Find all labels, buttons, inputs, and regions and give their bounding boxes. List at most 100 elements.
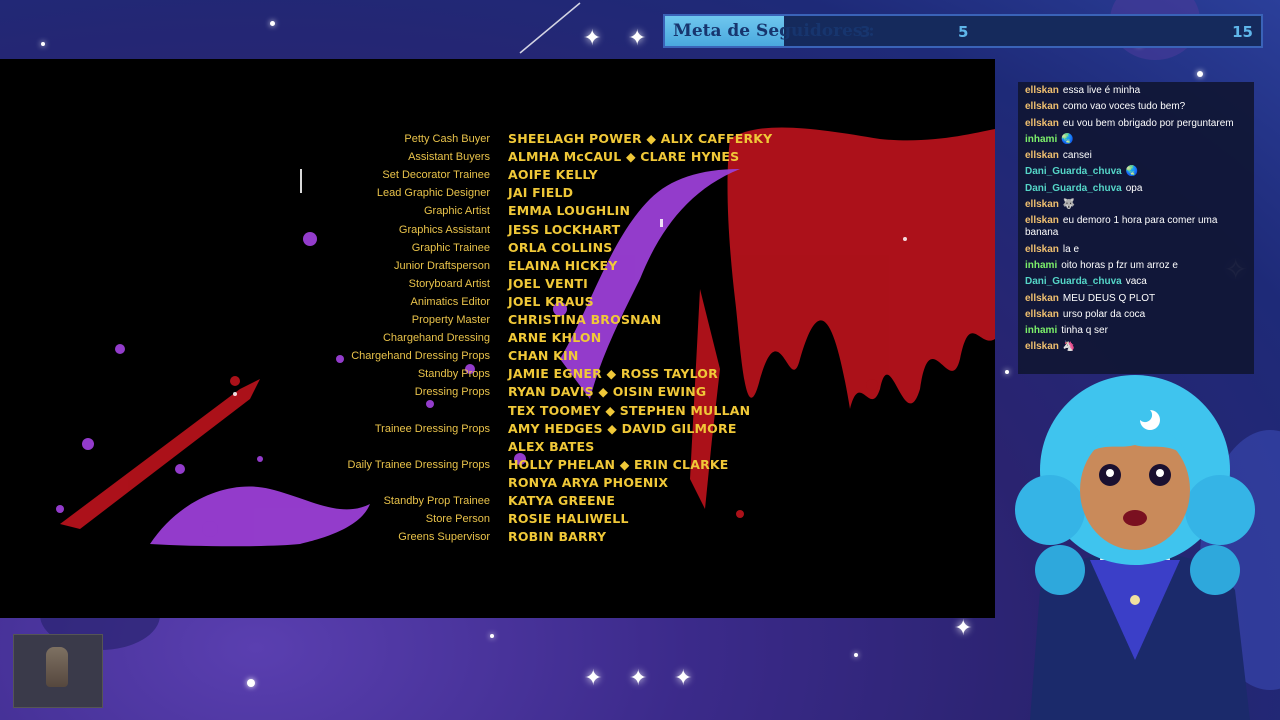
- chat-username[interactable]: inhami: [1025, 260, 1057, 271]
- credit-role: Graphic Trainee: [411, 241, 490, 254]
- credit-row: Graphic Trainee ORLA COLLINS: [0, 240, 995, 258]
- chat-message: ellskan eu demoro 1 hora para comer uma b…: [1025, 215, 1248, 239]
- credit-row: Graphic Artist EMMA LOUGHLIN: [0, 203, 995, 221]
- credit-row: Standby Prop Trainee KATYA GREENE: [0, 493, 995, 511]
- chat-username[interactable]: ellskan: [1025, 341, 1059, 352]
- credit-row: Store Person ROSIE HALIWELL: [0, 511, 995, 529]
- chat-text: 🌏: [1125, 166, 1139, 178]
- credit-role: Dressing Props: [414, 386, 490, 399]
- credit-row: Chargehand Dressing ARNE KHLON: [0, 330, 995, 348]
- credit-names: ALMHA McCAUL ◆ CLARE HYNES: [508, 149, 740, 165]
- credit-role: Store Person: [425, 513, 490, 526]
- star-dot: [1197, 71, 1203, 77]
- chat-panel[interactable]: ellskan essa live é minha ellskan como vao …: [1018, 82, 1254, 374]
- chat-message: ellskan cansei: [1025, 150, 1248, 162]
- credit-row: ALEX BATES: [0, 439, 995, 457]
- credit-row: TEX TOOMEY ◆ STEPHEN MULLAN: [0, 403, 995, 421]
- credit-role: Graphic Artist: [423, 205, 490, 218]
- chat-username[interactable]: Dani_Guarda_chuva: [1025, 276, 1122, 287]
- credit-row: Petty Cash Buyer SHEELAGH POWER ◆ ALIX CA…: [0, 131, 995, 149]
- chat-text: 🌏: [1061, 133, 1074, 145]
- shooting-star: [519, 2, 581, 54]
- credit-names: JOEL KRAUS: [508, 293, 594, 309]
- chat-message: Dani_Guarda_chuva vaca: [1025, 276, 1248, 288]
- star-dot: [854, 653, 858, 657]
- credit-names: ELAINA HICKEY: [508, 257, 618, 273]
- chat-message: ellskan 🦄: [1025, 341, 1248, 353]
- credit-row: Property Master CHRISTINA BROSNAN: [0, 312, 995, 330]
- chat-text: 🐺: [1062, 199, 1076, 211]
- chat-message: ellskan eu vou bem obrigado por perguntar…: [1025, 118, 1248, 130]
- chat-username[interactable]: ellskan: [1025, 101, 1059, 112]
- credit-row: Assistant Buyers ALMHA McCAUL ◆ CLARE HYN…: [0, 149, 995, 167]
- chat-username[interactable]: ellskan: [1025, 199, 1059, 210]
- credit-names: ALEX BATES: [508, 438, 595, 454]
- credit-role: Petty Cash Buyer: [404, 133, 490, 145]
- chat-message: inhami 🌏: [1025, 134, 1248, 146]
- goal-title: Meta de Seguidores :: [673, 21, 875, 41]
- credit-names: KATYA GREENE: [508, 493, 616, 508]
- credit-names: TEX TOOMEY ◆ STEPHEN MULLAN: [508, 402, 751, 418]
- chat-username[interactable]: ellskan: [1025, 309, 1059, 320]
- video-player[interactable]: Petty Cash Buyer SHEELAGH POWER ◆ ALIX CA…: [0, 59, 995, 618]
- chat-text: urso polar da coca: [1062, 308, 1146, 320]
- chat-username[interactable]: ellskan: [1025, 215, 1059, 226]
- credit-role: Standby Props: [417, 368, 490, 381]
- webcam-thumbnail: [13, 634, 103, 708]
- star-dot: [270, 21, 275, 26]
- credit-names: CHRISTINA BROSNAN: [508, 312, 662, 327]
- chat-message: ellskan como vao voces tudo bem?: [1025, 101, 1248, 113]
- chat-text: essa live é minha: [1062, 85, 1141, 96]
- vtuber-avatar: [1015, 375, 1255, 720]
- chat-message: Dani_Guarda_chuva opa: [1025, 183, 1248, 195]
- chat-username[interactable]: ellskan: [1025, 150, 1059, 161]
- chat-username[interactable]: inhami: [1025, 325, 1057, 336]
- credit-names: EMMA LOUGHLIN: [508, 203, 631, 219]
- credit-row: RONYA ARYA PHOENIX: [0, 475, 995, 493]
- credit-names: ROSIE HALIWELL: [508, 511, 629, 527]
- chat-text: MEU DEUS Q PLOT: [1062, 292, 1156, 304]
- credit-names: ORLA COLLINS: [508, 239, 613, 255]
- goal-mid-count: 5: [958, 23, 969, 41]
- credit-names: JESS LOCKHART: [508, 221, 621, 237]
- credit-role: Chargehand Dressing: [382, 332, 490, 345]
- star-dot: [41, 42, 45, 46]
- credit-role: Animatics Editor: [410, 295, 490, 308]
- credit-names: ROBIN BARRY: [508, 529, 607, 545]
- chat-username[interactable]: Dani_Guarda_chuva: [1025, 183, 1122, 194]
- chat-message: ellskan 🐺: [1025, 199, 1248, 211]
- credit-names: JAMIE EGNER ◆ ROSS TAYLOR: [508, 366, 718, 382]
- credit-role: Junior Draftsperson: [394, 259, 490, 272]
- sparkle-icon: ✦: [628, 26, 647, 51]
- credit-role: Graphics Assistant: [398, 223, 490, 236]
- credit-names: RYAN DAVIS ◆ OISIN EWING: [508, 384, 707, 400]
- credit-role: Lead Graphic Designer: [376, 187, 490, 200]
- credit-row: Lead Graphic Designer JAI FIELD: [0, 185, 995, 203]
- sparkle-icon: ✦: [629, 666, 648, 691]
- credit-role: Set Decorator Trainee: [382, 169, 490, 182]
- chat-username[interactable]: inhami: [1025, 134, 1057, 145]
- chat-message: Dani_Guarda_chuva 🌏: [1025, 166, 1248, 178]
- chat-text: como vao voces tudo bem?: [1062, 101, 1186, 113]
- credit-names: JOEL VENTI: [508, 275, 588, 291]
- chat-username[interactable]: ellskan: [1025, 118, 1059, 129]
- goal-current-count: 3: [860, 23, 871, 41]
- credit-role: Assistant Buyers: [408, 151, 490, 164]
- sparkle-icon: ✦: [674, 666, 693, 691]
- credit-names: JAI FIELD: [508, 185, 574, 201]
- credit-role: Daily Trainee Dressing Props: [347, 458, 490, 471]
- credit-names: SHEELAGH POWER ◆ ALIX CAFFERKY: [508, 131, 773, 146]
- credit-row: Storyboard Artist JOEL VENTI: [0, 276, 995, 294]
- chat-text: oito horas p fzr um arroz e: [1061, 259, 1178, 271]
- follower-goal-bar: Meta de Seguidores : 3 5 15: [663, 14, 1263, 48]
- credit-row: Standby Props JAMIE EGNER ◆ ROSS TAYLOR: [0, 366, 995, 384]
- chat-username[interactable]: ellskan: [1025, 85, 1059, 96]
- credit-role: Chargehand Dressing Props: [351, 350, 490, 363]
- chat-username[interactable]: ellskan: [1025, 244, 1059, 255]
- chat-username[interactable]: ellskan: [1025, 293, 1059, 304]
- sparkle-icon: ✦: [954, 616, 973, 641]
- goal-target-count: 15: [1232, 23, 1253, 41]
- sparkle-icon: ✦: [584, 666, 603, 691]
- credit-row: Greens Supervisor ROBIN BARRY: [0, 529, 995, 547]
- chat-username[interactable]: Dani_Guarda_chuva: [1025, 166, 1122, 177]
